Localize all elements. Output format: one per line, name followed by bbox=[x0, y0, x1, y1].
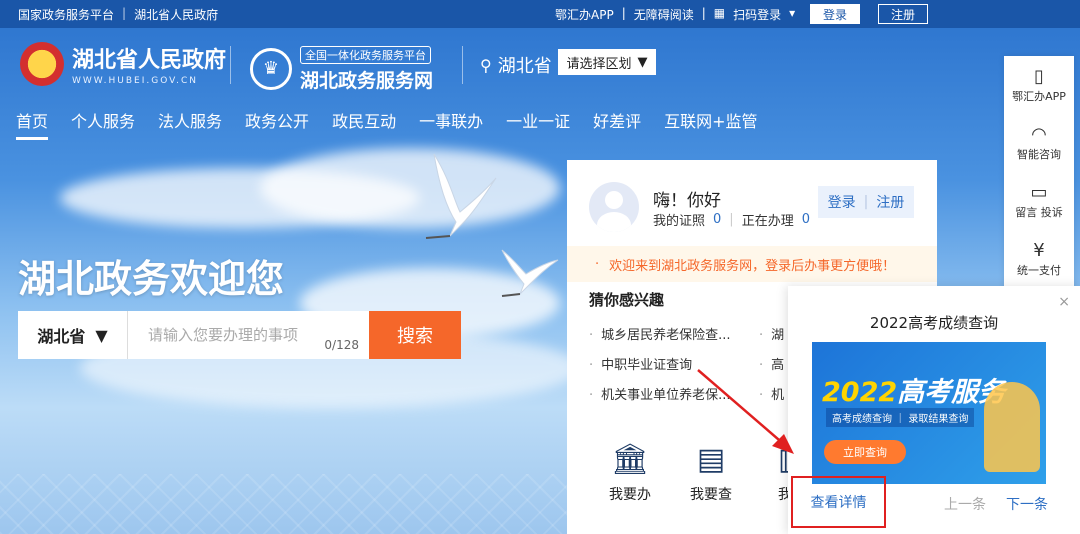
region-select[interactable]: 请选择区划 ▼ bbox=[558, 49, 656, 75]
exam-banner[interactable]: 2022高考服务 高考成绩查询 ｜ 录取结果查询 立即查询 bbox=[812, 342, 1046, 484]
right-sidebar: ▯ 鄂汇办APP ◠ 智能咨询 ▭ 留言 投诉 ¥ 统一支付 bbox=[1004, 56, 1074, 296]
popup-title: 2022高考成绩查询 bbox=[869, 314, 999, 332]
welcome-notice: · 欢迎来到湖北政务服务网，登录后办事更方便哦！ bbox=[567, 246, 937, 282]
service-query[interactable]: ▤ 我要查 bbox=[681, 442, 741, 504]
handling-count[interactable]: 0 bbox=[802, 212, 810, 227]
logo1-subtitle: WWW.HUBEI.GOV.CN bbox=[72, 76, 199, 86]
logo2-badge: 全国一体化政务服务平台 bbox=[300, 46, 431, 64]
list-item[interactable]: 城乡居民养老保险查... bbox=[589, 324, 759, 343]
prev-button[interactable]: 上一条 bbox=[944, 494, 986, 514]
close-icon[interactable]: × bbox=[1058, 294, 1070, 310]
student-figure-icon bbox=[984, 382, 1040, 472]
crane-icon bbox=[501, 249, 559, 297]
cert-count[interactable]: 0 bbox=[713, 212, 721, 227]
message-icon: ▭ bbox=[1030, 182, 1048, 203]
yuan-icon: ¥ bbox=[1033, 240, 1045, 261]
caret-down-icon: ▼ bbox=[95, 325, 108, 345]
link-ehuiban-app[interactable]: 鄂汇办APP bbox=[555, 6, 614, 23]
list-item[interactable]: 机关事业单位养老保... bbox=[589, 384, 759, 403]
search-button[interactable]: 搜索 bbox=[369, 311, 461, 359]
qr-icon: ▦ bbox=[713, 6, 726, 20]
document-icon: ▤ bbox=[696, 442, 726, 477]
interest-title: 猜你感兴趣 bbox=[589, 291, 665, 309]
sidebar-item-label: 统一支付 bbox=[1017, 264, 1061, 277]
link-national-platform[interactable]: 国家政务服务平台 bbox=[18, 6, 114, 23]
region-name: 湖北省 bbox=[497, 56, 552, 77]
sidebar-item-label: 智能咨询 bbox=[1017, 148, 1061, 161]
char-count: 0/128 bbox=[324, 338, 359, 352]
card-login-button[interactable]: 登录 bbox=[828, 192, 856, 212]
card-register-button[interactable]: 注册 bbox=[876, 192, 904, 212]
nav-gov-affairs[interactable]: 政务公开 bbox=[245, 108, 309, 140]
sidebar-item-consult[interactable]: ◠ 智能咨询 bbox=[1004, 114, 1074, 172]
service-label: 我要查 bbox=[690, 487, 732, 503]
divider bbox=[462, 46, 463, 84]
link-accessibility[interactable]: 无障碍阅读 bbox=[634, 6, 694, 23]
banner-heading: 2022高考服务 bbox=[822, 370, 1005, 409]
banner-year: 2022 bbox=[822, 377, 898, 408]
sidebar-item-label: 鄂汇办APP bbox=[1012, 90, 1066, 103]
province-dropdown[interactable]: 湖北省 ▼ bbox=[18, 311, 128, 359]
province-label: 湖北省 bbox=[37, 327, 86, 346]
cloud bbox=[260, 148, 560, 228]
caret-down-icon: ▼ bbox=[637, 54, 648, 70]
nav-interaction[interactable]: 政民互动 bbox=[332, 108, 396, 140]
exam-popup: × 2022高考成绩查询 2022高考服务 高考成绩查询 ｜ 录取结果查询 立即… bbox=[788, 286, 1080, 534]
welcome-heading: 湖北政务欢迎您 bbox=[18, 257, 285, 301]
divider bbox=[230, 46, 231, 84]
user-stats: 我的证照 0 | 正在办理 0 bbox=[653, 212, 810, 229]
search-field: 0/128 bbox=[128, 311, 369, 359]
national-emblem-icon bbox=[20, 42, 64, 86]
nav-supervision[interactable]: 互联网+监管 bbox=[664, 108, 757, 140]
current-region: ⚲ 湖北省 bbox=[480, 52, 552, 78]
nav-personal[interactable]: 个人服务 bbox=[71, 108, 135, 140]
banner-cta-button[interactable]: 立即查询 bbox=[824, 440, 906, 464]
view-details-button[interactable]: 查看详情 bbox=[791, 476, 886, 528]
phone-icon: ▯ bbox=[1034, 66, 1044, 87]
greeting: 嗨！你好 bbox=[653, 191, 721, 211]
cert-label: 我的证照 bbox=[653, 214, 706, 229]
next-button[interactable]: 下一条 bbox=[1006, 494, 1048, 514]
service-label: 我要办 bbox=[609, 487, 651, 503]
nav-home[interactable]: 首页 bbox=[16, 108, 49, 140]
main-nav: 首页 个人服务 法人服务 政务公开 政民互动 一事联办 一业一证 好差评 互联网… bbox=[16, 108, 781, 140]
banner-tags: 高考成绩查询 ｜ 录取结果查询 bbox=[826, 408, 975, 427]
list-item[interactable]: 中职毕业证查询 bbox=[589, 354, 759, 373]
location-pin-icon: ⚲ bbox=[480, 55, 492, 75]
nav-one-matter[interactable]: 一事联办 bbox=[419, 108, 483, 140]
bank-icon: 🏛 bbox=[610, 442, 650, 477]
sidebar-item-label: 留言 投诉 bbox=[1015, 206, 1063, 219]
sidebar-item-app[interactable]: ▯ 鄂汇办APP bbox=[1004, 56, 1074, 114]
service-emblem-icon: ♛ bbox=[250, 47, 292, 90]
logo1-title: 湖北省人民政府 bbox=[72, 48, 227, 73]
top-login-button[interactable]: 登录 bbox=[810, 4, 860, 24]
top-bar: 国家政务服务平台 | 湖北省人民政府 鄂汇办APP | 无障碍阅读 | ▦ 扫码… bbox=[0, 0, 1080, 28]
headset-icon: ◠ bbox=[1031, 124, 1047, 145]
logo2-title: 湖北政务服务网 bbox=[300, 70, 434, 92]
avatar bbox=[589, 182, 639, 232]
notice-text: 欢迎来到湖北政务服务网，登录后办事更方便哦！ bbox=[609, 258, 896, 274]
search-bar: 湖北省 ▼ 0/128 搜索 bbox=[18, 311, 461, 359]
sidebar-item-message[interactable]: ▭ 留言 投诉 bbox=[1004, 172, 1074, 230]
hubei-service-logo[interactable]: ♛ 全国一体化政务服务平台 湖北政务服务网 bbox=[250, 44, 433, 93]
service-apply[interactable]: 🏛 我要办 bbox=[600, 442, 660, 504]
sidebar-item-pay[interactable]: ¥ 统一支付 bbox=[1004, 230, 1074, 288]
card-auth: 登录 | 注册 bbox=[818, 186, 914, 218]
top-register-button[interactable]: 注册 bbox=[878, 4, 928, 24]
nav-one-license[interactable]: 一业一证 bbox=[506, 108, 570, 140]
crane-icon bbox=[425, 153, 497, 239]
handling-label: 正在办理 bbox=[741, 214, 794, 229]
region-select-label: 请选择区划 bbox=[566, 56, 632, 72]
nav-corporate[interactable]: 法人服务 bbox=[158, 108, 222, 140]
link-scan-login[interactable]: 扫码登录 bbox=[733, 6, 781, 23]
link-hubei-gov[interactable]: 湖北省人民政府 bbox=[134, 6, 218, 23]
nav-evaluation[interactable]: 好差评 bbox=[593, 108, 641, 140]
hubei-gov-logo[interactable]: 湖北省人民政府 WWW.HUBEI.GOV.CN bbox=[20, 42, 226, 86]
caret-down-icon: ▾ bbox=[789, 6, 796, 20]
